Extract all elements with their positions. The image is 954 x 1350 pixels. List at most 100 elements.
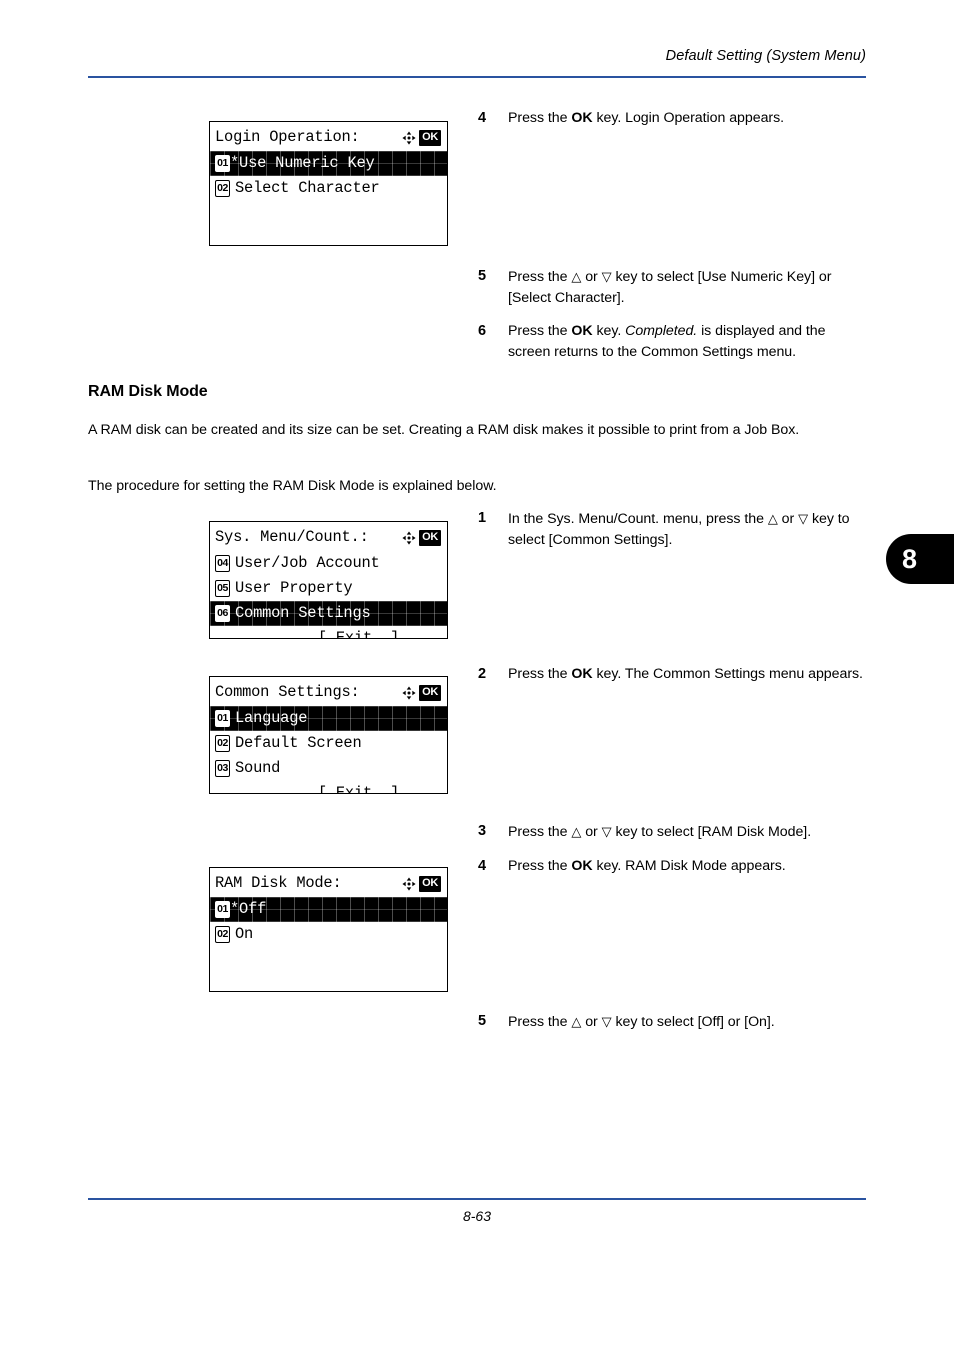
step-text-segment: △ bbox=[767, 511, 778, 526]
step-text-segment: OK bbox=[571, 666, 593, 682]
step-text-segment: ▽ bbox=[601, 1014, 612, 1029]
chapter-tab: 8 bbox=[886, 534, 954, 584]
step-text-segment: △ bbox=[571, 824, 582, 839]
lcd-screen-sys-menu-count: Sys. Menu/Count.: OK 04 User/Job Account 05 U… bbox=[209, 521, 448, 639]
menu-item-label: User Property bbox=[235, 579, 353, 597]
step-text: Press the OK key. Completed. is displaye… bbox=[508, 321, 868, 363]
lcd-title-bar: RAM Disk Mode: OK bbox=[210, 868, 447, 897]
lcd-menu-item[interactable]: 01 *Use Numeric Key bbox=[210, 151, 447, 176]
lcd-screen-common-settings: Common Settings: OK 01 Language 02 Default Sc… bbox=[209, 676, 448, 794]
step-text: Press the OK key. The Common Settings me… bbox=[508, 664, 868, 685]
step-6-confirm-login-method: 6 Press the OK key. Completed. is displa… bbox=[478, 321, 870, 363]
lcd-menu-item[interactable]: 02 Select Character bbox=[210, 176, 447, 201]
menu-item-label: Default Screen bbox=[235, 734, 362, 752]
step-text: Press the OK key. Login Operation appear… bbox=[508, 108, 868, 129]
menu-item-label: Select Character bbox=[235, 179, 380, 197]
menu-item-number: 01 bbox=[215, 901, 230, 918]
lcd-menu-item[interactable]: 04 User/Job Account bbox=[210, 551, 447, 576]
lcd-title-text: RAM Disk Mode: bbox=[215, 874, 342, 892]
ok-key-icon: OK bbox=[419, 684, 441, 701]
lcd-screen-ram-disk-mode: RAM Disk Mode: OK 01 *Off 02 On bbox=[209, 867, 448, 992]
menu-item-number: 04 bbox=[215, 555, 230, 572]
lcd-blank-row bbox=[210, 201, 447, 226]
step-text-segment: ▽ bbox=[798, 511, 809, 526]
lcd-title-bar: Common Settings: OK bbox=[210, 677, 447, 706]
four-way-arrow-icon bbox=[402, 530, 416, 545]
step-text-segment: OK bbox=[571, 323, 593, 339]
header-title: Default Setting (System Menu) bbox=[665, 48, 866, 64]
menu-item-number: 02 bbox=[215, 180, 230, 197]
menu-item-label: Common Settings bbox=[235, 604, 371, 622]
four-way-arrow-icon bbox=[402, 876, 416, 891]
lcd-menu-item[interactable]: 06 Common Settings bbox=[210, 601, 447, 626]
step-text-segment: key. Login Operation appears. bbox=[592, 110, 785, 126]
step-4-login-operation: 4 Press the OK key. Login Operation appe… bbox=[478, 108, 870, 129]
menu-item-label: *Use Numeric Key bbox=[230, 154, 375, 172]
step-3-select-ram-disk-mode: 3 Press the △ or ▽ key to select [RAM Di… bbox=[478, 821, 870, 843]
step-1-open-common-settings: 1 In the Sys. Menu/Count. menu, press th… bbox=[478, 508, 870, 551]
step-text-segment: Press the bbox=[508, 269, 572, 285]
menu-item-label: *Off bbox=[230, 900, 267, 918]
step-text-segment: OK bbox=[571, 110, 593, 126]
ok-key-icon: OK bbox=[419, 529, 441, 546]
page-number: 8-63 bbox=[462, 1208, 492, 1224]
step-number: 5 bbox=[478, 1013, 487, 1029]
section-paragraph-2: The procedure for setting the RAM Disk M… bbox=[88, 478, 497, 494]
step-text-segment: or bbox=[581, 269, 602, 285]
lcd-title-icons: OK bbox=[402, 129, 441, 146]
lcd-title-icons: OK bbox=[402, 875, 441, 892]
step-number: 6 bbox=[478, 323, 487, 339]
lcd-blank-row bbox=[210, 226, 447, 245]
step-number: 5 bbox=[478, 268, 487, 284]
lcd-title-text: Login Operation: bbox=[215, 128, 360, 146]
header-divider bbox=[88, 76, 866, 78]
lcd-menu-item[interactable]: 02 On bbox=[210, 922, 447, 947]
step-text-segment: Press the bbox=[508, 858, 572, 874]
step-text-segment: Press the bbox=[508, 824, 572, 840]
step-text-segment: key to select [RAM Disk Mode]. bbox=[611, 824, 812, 840]
step-text-segment: key to select [Off] or [On]. bbox=[611, 1014, 775, 1030]
step-number: 3 bbox=[478, 823, 487, 839]
menu-item-label: On bbox=[235, 925, 254, 943]
step-text: Press the OK key. RAM Disk Mode appears. bbox=[508, 856, 868, 877]
ok-key-icon: OK bbox=[419, 129, 441, 146]
lcd-title-bar: Sys. Menu/Count.: OK bbox=[210, 522, 447, 551]
lcd-exit-softkey[interactable]: [ Exit ] bbox=[210, 781, 447, 793]
document-page: Default Setting (System Menu) 8 Login Op… bbox=[0, 0, 954, 1350]
lcd-menu-item[interactable]: 02 Default Screen bbox=[210, 731, 447, 756]
step-text-segment: key. RAM Disk Mode appears. bbox=[592, 858, 786, 874]
four-way-arrow-icon bbox=[402, 685, 416, 700]
menu-item-number: 02 bbox=[215, 735, 230, 752]
step-5-select-off-or-on: 5 Press the △ or ▽ key to select [Off] o… bbox=[478, 1011, 870, 1033]
menu-item-number: 02 bbox=[215, 926, 230, 943]
step-text-segment: In the Sys. Menu/Count. menu, press the bbox=[508, 511, 768, 527]
step-text-segment: Completed. bbox=[625, 323, 698, 339]
lcd-menu-item[interactable]: 05 User Property bbox=[210, 576, 447, 601]
step-number: 4 bbox=[478, 110, 487, 126]
lcd-title-text: Common Settings: bbox=[215, 683, 360, 701]
step-text-segment: key. The Common Settings menu appears. bbox=[592, 666, 863, 682]
step-text-segment: OK bbox=[571, 858, 593, 874]
step-5-select-login-method: 5 Press the △ or ▽ key to select [Use Nu… bbox=[478, 266, 870, 309]
menu-item-number: 01 bbox=[215, 710, 230, 727]
step-text-segment: △ bbox=[571, 1014, 582, 1029]
lcd-exit-softkey[interactable]: [ Exit ] bbox=[210, 626, 447, 638]
menu-item-label: User/Job Account bbox=[235, 554, 380, 572]
step-text-segment: Press the bbox=[508, 323, 572, 339]
menu-item-label: Language bbox=[235, 709, 308, 727]
lcd-menu-item[interactable]: 01 Language bbox=[210, 706, 447, 731]
menu-item-number: 03 bbox=[215, 760, 230, 777]
step-number: 1 bbox=[478, 510, 487, 526]
step-text: Press the △ or ▽ key to select [Use Nume… bbox=[508, 266, 868, 309]
section-paragraph-1: A RAM disk can be created and its size c… bbox=[88, 422, 800, 438]
lcd-menu-item[interactable]: 01 *Off bbox=[210, 897, 447, 922]
lcd-title-icons: OK bbox=[402, 529, 441, 546]
step-text-segment: △ bbox=[571, 269, 582, 284]
step-text: In the Sys. Menu/Count. menu, press the … bbox=[508, 508, 868, 551]
menu-item-label: Sound bbox=[235, 759, 281, 777]
step-4-open-ram-disk-mode: 4 Press the OK key. RAM Disk Mode appear… bbox=[478, 856, 870, 877]
step-text-segment: Press the bbox=[508, 110, 572, 126]
lcd-menu-item[interactable]: 03 Sound bbox=[210, 756, 447, 781]
step-text-segment: ▽ bbox=[601, 269, 612, 284]
section-heading-ram-disk-mode: RAM Disk Mode bbox=[88, 383, 208, 400]
